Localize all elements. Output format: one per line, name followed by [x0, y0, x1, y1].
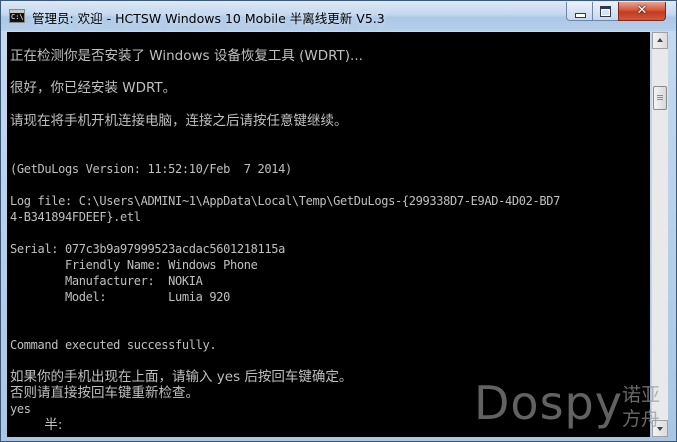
console-line: Model: Lumia 920 — [10, 290, 230, 304]
console-line: Serial: 077c3b9a97999523acdac5601218115a — [10, 242, 285, 256]
scroll-thumb-grip — [657, 97, 663, 98]
minimize-button[interactable] — [566, 2, 593, 21]
console-app-icon-text: C:\ — [11, 13, 24, 21]
console-line: Command executed successfully. — [10, 338, 217, 352]
dospy-watermark: Dospy — [474, 376, 623, 430]
console-app-icon[interactable]: C:\ — [9, 9, 25, 23]
console-line: 很好，你已经安装 WDRT。 — [10, 80, 177, 96]
console-line: (GetDuLogs Version: 11:52:10/Feb 7 2014) — [10, 162, 292, 176]
scroll-up-arrow-icon — [657, 38, 663, 42]
vertical-scrollbar[interactable] — [651, 32, 668, 437]
close-button[interactable]: ✕ — [618, 2, 666, 21]
console-line: 否则请直接按回车键重新检查。 — [10, 385, 199, 401]
console-line: Log file: C:\Users\ADMINI~1\AppData\Loca… — [10, 194, 560, 208]
scroll-up-button[interactable] — [652, 32, 668, 49]
dospy-watermark-cjk: 诺亚 方舟 — [622, 384, 661, 430]
minimize-icon — [575, 13, 586, 18]
console-line: Manufacturer: NOKIA — [10, 274, 203, 288]
maximize-button[interactable] — [592, 2, 619, 21]
scroll-thumb-grip — [657, 95, 663, 96]
window-title: 管理员: 欢迎 - HCTSW Windows 10 Mobile 半离线更新 … — [32, 11, 385, 26]
close-icon: ✕ — [636, 3, 648, 18]
scroll-thumb[interactable] — [653, 86, 667, 110]
title-bar[interactable]: C:\ 管理员: 欢迎 - HCTSW Windows 10 Mobile 半离… — [1, 1, 676, 31]
console-input-line: yes — [10, 402, 31, 416]
console-line: 请现在将手机开机连接电脑，连接之后请按任意键继续。 — [10, 113, 348, 129]
console-line: Friendly Name: Windows Phone — [10, 258, 258, 272]
console-line: 如果你的手机出现在上面，请输入 yes 后按回车键确定。 — [10, 369, 353, 385]
console-line: 4-B341894FDEEF}.etl — [10, 210, 141, 224]
scroll-thumb-grip — [657, 99, 663, 100]
console-line: 正在检测你是否安装了 Windows 设备恢复工具 (WDRT)... — [10, 48, 363, 64]
console-line: 半: — [10, 417, 63, 433]
maximize-icon — [600, 6, 611, 17]
